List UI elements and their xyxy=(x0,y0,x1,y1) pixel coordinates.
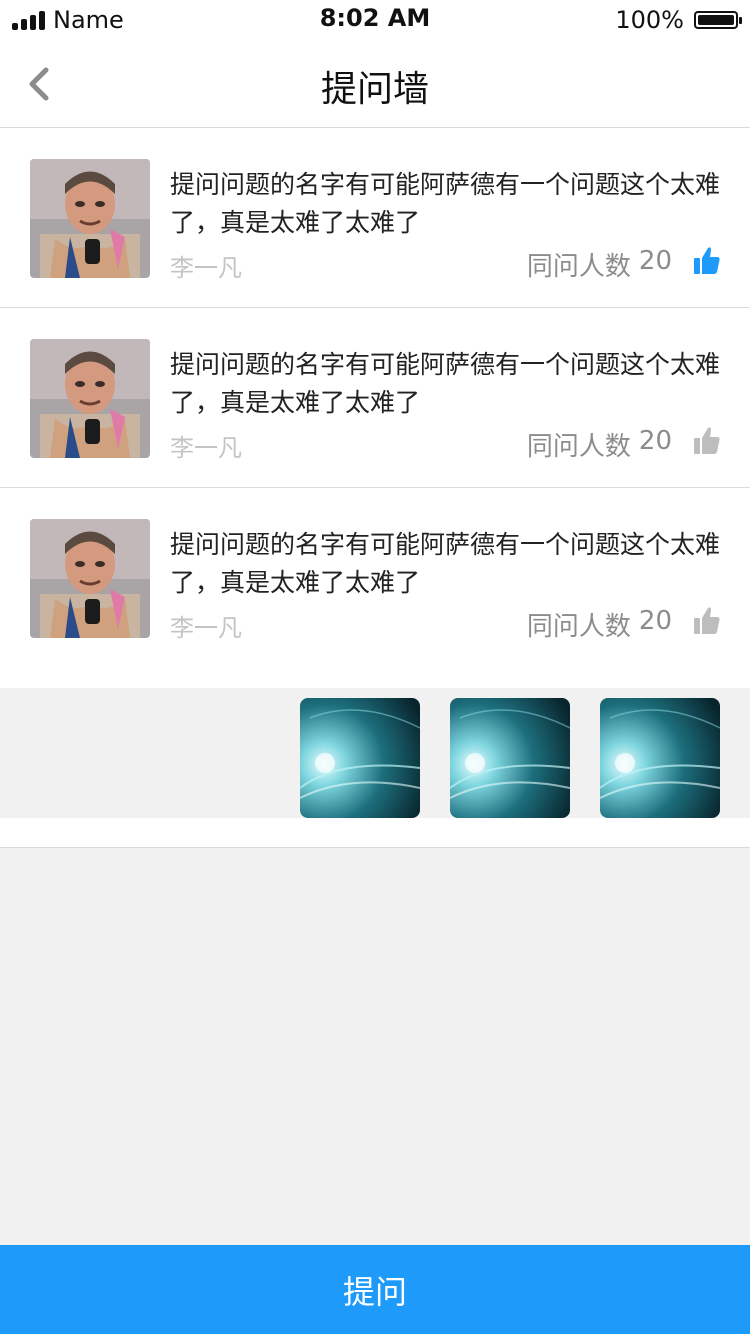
battery-percent: 100% xyxy=(615,6,684,34)
question-list: 提问问题的名字有可能阿萨德有一个问题这个太难了，真是太难了太难了 李一凡 同问人… xyxy=(0,128,750,688)
same-question-label: 同问人数 xyxy=(526,252,631,282)
page-title: 提问墙 xyxy=(320,69,429,110)
status-bar: Name 8:02 AM 100% xyxy=(0,0,750,40)
same-question-number: 20 xyxy=(638,246,672,276)
question-text: 提问问题的名字有可能阿萨德有一个问题这个太难了，真是太难了太难了 xyxy=(170,350,721,417)
battery-icon xyxy=(694,11,742,29)
same-question-count: 同问人数 20 xyxy=(527,246,672,283)
same-question-number: 20 xyxy=(638,426,672,456)
ask-question-button[interactable]: 提问 xyxy=(0,1245,750,1334)
thumbs-up-icon[interactable] xyxy=(694,426,720,456)
attachment-image[interactable] xyxy=(300,698,420,818)
same-question-count: 同问人数 20 xyxy=(527,426,672,463)
same-question-number: 20 xyxy=(638,606,672,636)
question-item[interactable]: 提问问题的名字有可能阿萨德有一个问题这个太难了，真是太难了太难了 李一凡 同问人… xyxy=(0,488,750,688)
thumbs-up-icon[interactable] xyxy=(694,606,720,636)
avatar xyxy=(30,519,150,638)
attachment-images xyxy=(300,698,720,818)
images-section-bottom xyxy=(0,818,750,848)
question-author: 李一凡 xyxy=(170,254,242,282)
thumbs-up-icon[interactable] xyxy=(694,246,720,276)
same-question-label: 同问人数 xyxy=(526,612,631,642)
question-author: 李一凡 xyxy=(170,434,242,462)
nav-bar: 提问墙 xyxy=(0,40,750,128)
question-author: 李一凡 xyxy=(170,614,242,642)
avatar xyxy=(30,159,150,278)
question-item[interactable]: 提问问题的名字有可能阿萨德有一个问题这个太难了，真是太难了太难了 李一凡 同问人… xyxy=(0,308,750,488)
avatar xyxy=(30,339,150,458)
same-question-label: 同问人数 xyxy=(526,432,631,462)
question-text: 提问问题的名字有可能阿萨德有一个问题这个太难了，真是太难了太难了 xyxy=(170,530,721,597)
question-text: 提问问题的名字有可能阿萨德有一个问题这个太难了，真是太难了太难了 xyxy=(170,170,721,237)
question-item[interactable]: 提问问题的名字有可能阿萨德有一个问题这个太难了，真是太难了太难了 李一凡 同问人… xyxy=(0,128,750,308)
attachment-image[interactable] xyxy=(450,698,570,818)
attachment-image[interactable] xyxy=(600,698,720,818)
same-question-count: 同问人数 20 xyxy=(527,606,672,643)
status-right: 100% xyxy=(615,6,742,34)
